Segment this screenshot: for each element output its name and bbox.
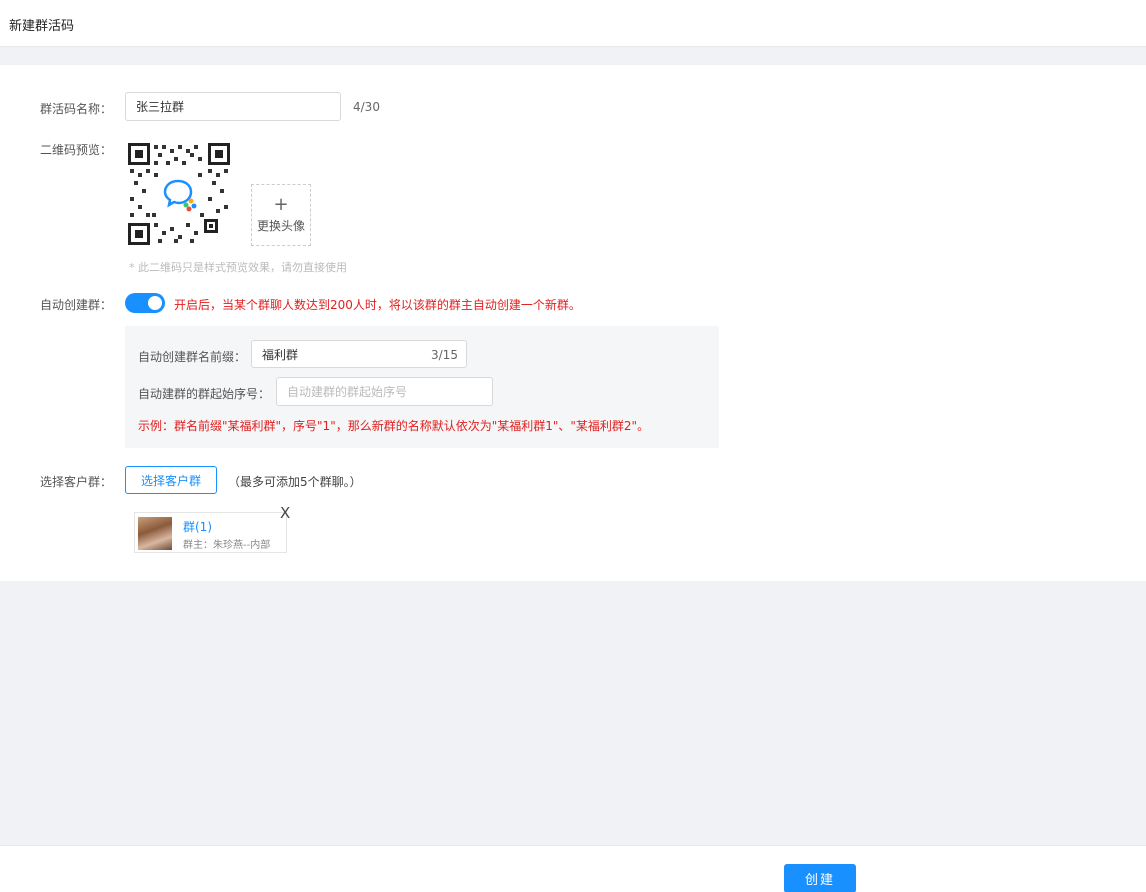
qr-code-preview [128, 143, 230, 245]
start-number-input[interactable]: 自动建群的群起始序号 [276, 377, 493, 406]
toggle-knob [148, 296, 162, 310]
plus-icon: + [273, 194, 289, 215]
page-title: 新建群活码 [9, 19, 75, 34]
selected-group-card: 群(1) 群主：朱珍燕--内部 X [134, 504, 290, 553]
change-avatar-label: 更换头像 [256, 219, 305, 233]
prefix-label: 自动创建群名前缀： [138, 350, 247, 364]
prefix-counter: 3/15 [431, 348, 458, 362]
page-header: 新建群活码 [0, 0, 1146, 47]
auto-create-label: 自动创建群： [40, 298, 113, 312]
change-avatar-button[interactable]: + 更换头像 [251, 184, 311, 246]
name-input[interactable]: 张三拉群 [125, 92, 341, 121]
select-groups-button[interactable]: 选择客户群 [125, 466, 217, 494]
prefix-value: 福利群 [262, 347, 299, 362]
name-label: 群活码名称： [40, 102, 113, 116]
name-counter: 4/30 [353, 100, 380, 114]
qr-hint: * 此二维码只是样式预览效果，请勿直接使用 [129, 261, 347, 274]
remove-group-close-icon[interactable]: X [280, 504, 290, 522]
group-avatar [138, 517, 172, 550]
qr-label: 二维码预览： [40, 143, 113, 157]
form-panel: 群活码名称： 张三拉群 4/30 二维码预览： + 更换头像 * 此二维码只是样… [0, 65, 1146, 581]
auto-create-toggle[interactable] [125, 293, 165, 313]
auto-create-hint: 开启后，当某个群聊人数达到200人时，将以该群的群主自动创建一个新群。 [174, 298, 581, 312]
example-text: 示例：群名前缀"某福利群"，序号"1"，那么新群的名称默认依次为"某福利群1"、… [138, 419, 650, 433]
auto-create-settings: 自动创建群名前缀： 福利群 3/15 自动建群的群起始序号： 自动建群的群起始序… [125, 326, 719, 448]
select-groups-hint: （最多可添加5个群聊。） [228, 475, 362, 489]
group-owner: 群主：朱珍燕--内部 [183, 540, 271, 551]
group-name: 群(1) [183, 520, 212, 534]
create-button[interactable]: 创建 [784, 864, 856, 892]
start-number-label: 自动建群的群起始序号： [138, 387, 271, 401]
select-groups-label: 选择客户群： [40, 475, 113, 489]
page-footer: 创建 [0, 845, 1146, 892]
